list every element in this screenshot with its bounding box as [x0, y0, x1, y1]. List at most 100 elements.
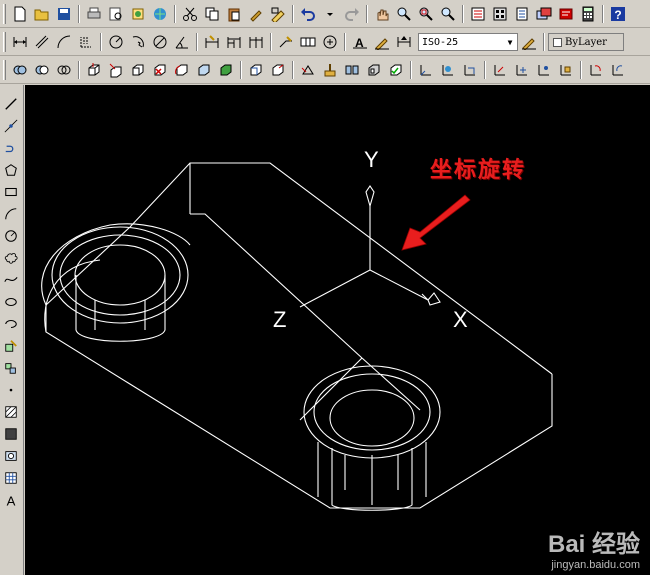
- save-icon[interactable]: [54, 4, 74, 24]
- ucs-y-rotate-icon[interactable]: [608, 60, 628, 80]
- continue-dimension-icon[interactable]: [246, 32, 266, 52]
- dimension-style-icon[interactable]: [519, 32, 539, 52]
- angular-dimension-icon[interactable]: [172, 32, 192, 52]
- union-icon[interactable]: [10, 60, 30, 80]
- copy-faces-icon[interactable]: [216, 60, 236, 80]
- color-control[interactable]: ByLayer: [548, 33, 624, 51]
- construction-line-icon[interactable]: [2, 117, 20, 135]
- zoom-window-icon[interactable]: [416, 4, 436, 24]
- zoom-previous-icon[interactable]: [438, 4, 458, 24]
- tolerance-icon[interactable]: [298, 32, 318, 52]
- subtract-icon[interactable]: [32, 60, 52, 80]
- undo-dropdown-icon[interactable]: [320, 4, 340, 24]
- toolbar-grip[interactable]: [3, 4, 6, 24]
- undo-icon[interactable]: [298, 4, 318, 24]
- table-icon[interactable]: [2, 469, 20, 487]
- copy-edges-icon[interactable]: [268, 60, 288, 80]
- drawing-canvas[interactable]: Y Z X 坐标旋转 Bai 经验 jingyan.baidu.com: [25, 85, 650, 575]
- spline-icon[interactable]: [2, 271, 20, 289]
- arc-length-icon[interactable]: [54, 32, 74, 52]
- revision-cloud-icon[interactable]: [2, 249, 20, 267]
- intersect-icon[interactable]: [54, 60, 74, 80]
- ucs-icon[interactable]: [416, 60, 436, 80]
- markup-icon[interactable]: [556, 4, 576, 24]
- arc-icon[interactable]: [2, 205, 20, 223]
- polyline-icon[interactable]: [2, 139, 20, 157]
- new-icon[interactable]: [10, 4, 30, 24]
- chevron-down-icon[interactable]: ▼: [503, 34, 517, 50]
- tool-palettes-icon[interactable]: [512, 4, 532, 24]
- hatch-icon[interactable]: [2, 403, 20, 421]
- shell-icon[interactable]: [364, 60, 384, 80]
- design-center-icon[interactable]: [490, 4, 510, 24]
- separate-icon[interactable]: [342, 60, 362, 80]
- block-left-top-edge: [45, 226, 131, 306]
- offset-faces-icon[interactable]: [128, 60, 148, 80]
- open-icon[interactable]: [32, 4, 52, 24]
- 3d-dwf-icon[interactable]: [150, 4, 170, 24]
- help-icon[interactable]: ?: [608, 4, 628, 24]
- sheet-set-icon[interactable]: [534, 4, 554, 24]
- taper-faces-icon[interactable]: [194, 60, 214, 80]
- cut-icon[interactable]: [180, 4, 200, 24]
- ucs-previous-icon[interactable]: [460, 60, 480, 80]
- dimension-update-icon[interactable]: [394, 32, 414, 52]
- zoom-realtime-icon[interactable]: [394, 4, 414, 24]
- color-faces-icon[interactable]: [246, 60, 266, 80]
- calculator-icon[interactable]: [578, 4, 598, 24]
- region-icon[interactable]: [2, 447, 20, 465]
- radius-dimension-icon[interactable]: [106, 32, 126, 52]
- rectangle-icon[interactable]: [2, 183, 20, 201]
- text-style-select[interactable]: ISO-25 ▼: [418, 33, 518, 51]
- ellipse-arc-icon[interactable]: [2, 315, 20, 333]
- polygon-icon[interactable]: [2, 161, 20, 179]
- circle-icon[interactable]: [2, 227, 20, 245]
- move-faces-icon[interactable]: [106, 60, 126, 80]
- copy-icon[interactable]: [202, 4, 222, 24]
- ucs-3point-icon[interactable]: [534, 60, 554, 80]
- delete-faces-icon[interactable]: [150, 60, 170, 80]
- separator: [78, 61, 80, 79]
- make-block-icon[interactable]: [2, 359, 20, 377]
- baseline-dimension-icon[interactable]: [224, 32, 244, 52]
- standard-toolbar: ?: [0, 1, 650, 28]
- pan-icon[interactable]: [372, 4, 392, 24]
- multiline-text-icon[interactable]: A: [2, 491, 20, 509]
- rotate-faces-icon[interactable]: [172, 60, 192, 80]
- properties-icon[interactable]: [468, 4, 488, 24]
- ucs-object-icon[interactable]: [556, 60, 576, 80]
- redo-icon[interactable]: [342, 4, 362, 24]
- quick-dimension-icon[interactable]: [202, 32, 222, 52]
- dimension-edit-icon[interactable]: A: [350, 32, 370, 52]
- quick-leader-icon[interactable]: [276, 32, 296, 52]
- print-icon[interactable]: [84, 4, 104, 24]
- jogged-dimension-icon[interactable]: [128, 32, 148, 52]
- extrude-faces-icon[interactable]: [84, 60, 104, 80]
- publish-icon[interactable]: [128, 4, 148, 24]
- center-mark-icon[interactable]: [320, 32, 340, 52]
- plot-preview-icon[interactable]: [106, 4, 126, 24]
- block-editor-icon[interactable]: [268, 4, 288, 24]
- ucs-origin-icon[interactable]: [490, 60, 510, 80]
- ordinate-dimension-icon[interactable]: [76, 32, 96, 52]
- imprint-icon[interactable]: [298, 60, 318, 80]
- aligned-dimension-icon[interactable]: [32, 32, 52, 52]
- diameter-dimension-icon[interactable]: [150, 32, 170, 52]
- line-icon[interactable]: [2, 95, 20, 113]
- ellipse-icon[interactable]: [2, 293, 20, 311]
- ucs-zaxis-icon[interactable]: [512, 60, 532, 80]
- insert-block-icon[interactable]: [2, 337, 20, 355]
- gradient-icon[interactable]: [2, 425, 20, 443]
- toolbar-grip[interactable]: [3, 32, 6, 52]
- point-icon[interactable]: [2, 381, 20, 399]
- dimension-text-edit-icon[interactable]: [372, 32, 392, 52]
- linear-dimension-icon[interactable]: [10, 32, 30, 52]
- toolbar-grip[interactable]: [3, 60, 6, 80]
- ucs-x-rotate-icon[interactable]: [586, 60, 606, 80]
- clean-icon[interactable]: [320, 60, 340, 80]
- annotation-arrow: [401, 194, 471, 251]
- match-properties-icon[interactable]: [246, 4, 266, 24]
- ucs-world-icon[interactable]: [438, 60, 458, 80]
- paste-icon[interactable]: [224, 4, 244, 24]
- check-icon[interactable]: [386, 60, 406, 80]
